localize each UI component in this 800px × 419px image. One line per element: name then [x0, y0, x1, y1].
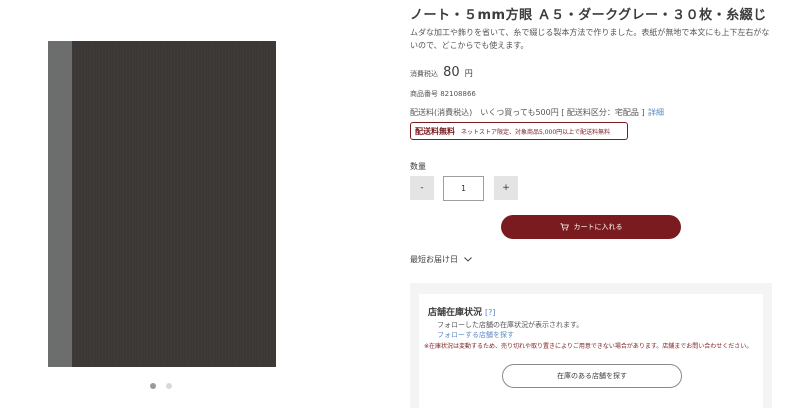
- quantity-increment-button[interactable]: +: [494, 176, 518, 200]
- notebook-spine: [48, 41, 72, 367]
- gallery-pagination: [150, 383, 172, 389]
- follow-store-link[interactable]: フォローする店舗を探す: [437, 330, 514, 340]
- notebook-cover: [72, 41, 276, 367]
- quantity-decrement-button[interactable]: -: [410, 176, 434, 200]
- store-stock-text: フォローした店舗の在庫状況が表示されます。: [437, 321, 584, 329]
- delivery-date-label: 最短お届け日: [410, 255, 458, 264]
- free-shipping-note: ネットストア限定、対象商品5,000円以上で配送料無料: [461, 128, 611, 136]
- quantity-input[interactable]: [443, 176, 484, 201]
- add-to-cart-button[interactable]: カートに入れる: [501, 215, 681, 239]
- add-to-cart-label: カートに入れる: [573, 223, 623, 231]
- store-stock-heading: 店舗在庫状況: [428, 308, 483, 318]
- free-shipping-title: 配送料無料: [415, 126, 455, 136]
- price-tax-label: 消費税込: [410, 70, 438, 78]
- cart-icon: [560, 223, 569, 231]
- product-image[interactable]: [48, 41, 276, 367]
- store-stock-title: 店舗在庫状況 [?]: [428, 305, 496, 318]
- quantity-label: 数量: [410, 162, 426, 171]
- store-stock-card: 店舗在庫状況 [?] フォローした店舗の在庫状況が表示されます。 フォローする店舗…: [419, 294, 763, 408]
- product-title: ノート・５mm方眼 Ａ５・ダークグレー・３０枚・糸綴じ: [410, 8, 767, 23]
- delivery-date-toggle[interactable]: 最短お届け日: [410, 254, 472, 265]
- store-stock-note: ※在庫状況は変動するため、売り切れや取り置きによりご用意できない場合があります。…: [424, 343, 753, 350]
- product-sku: 商品番号 82108866: [410, 90, 476, 98]
- price-row: 消費税込 80 円: [410, 61, 473, 80]
- find-store-button[interactable]: 在庫のある店舗を探す: [502, 364, 682, 388]
- product-gallery: [0, 0, 330, 419]
- price-unit: 円: [464, 69, 473, 78]
- free-shipping-badge: 配送料無料 ネットストア限定、対象商品5,000円以上で配送料無料: [410, 122, 628, 140]
- price-value: 80: [443, 65, 460, 80]
- shipping-info: 配送料(消費税込) いくつ買っても500円 [ 配送料区分：宅配品 ] 詳細: [410, 107, 670, 118]
- shipping-text: 配送料(消費税込) いくつ買っても500円 [ 配送料区分：宅配品 ]: [410, 108, 645, 117]
- store-stock-help-link[interactable]: [?]: [485, 308, 496, 317]
- gallery-dot-2[interactable]: [166, 383, 172, 389]
- product-description: ムダな加工や飾りを省いて、糸で綴じる製本方法で作りました。表紙が無地で本文にも上…: [410, 28, 770, 50]
- store-stock-section: 店舗在庫状況 [?] フォローした店舗の在庫状況が表示されます。 フォローする店舗…: [410, 283, 772, 408]
- gallery-dot-1[interactable]: [150, 383, 156, 389]
- chevron-down-icon: [464, 255, 472, 264]
- shipping-details-link[interactable]: 詳細: [648, 107, 664, 118]
